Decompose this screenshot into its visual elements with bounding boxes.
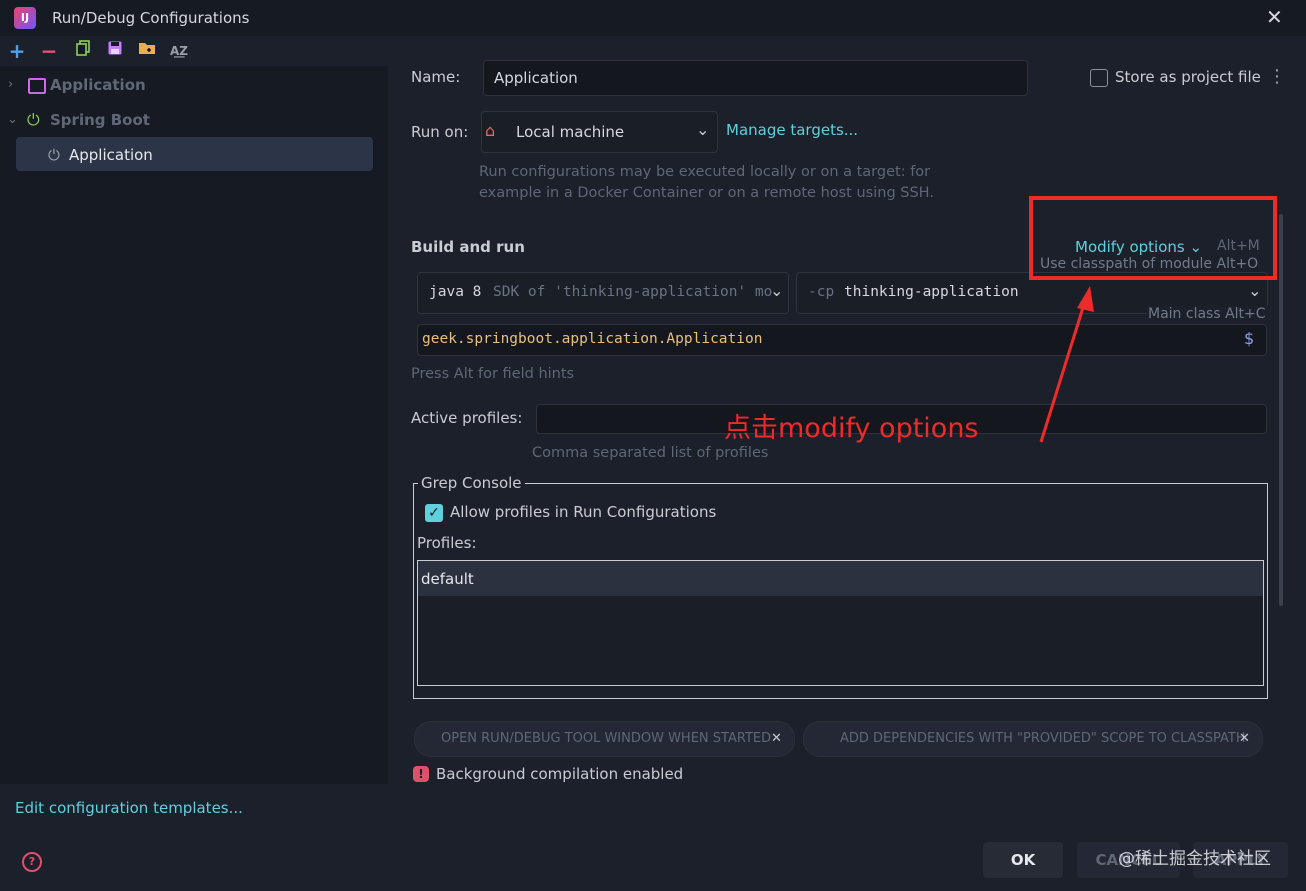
chip-label: ADD DEPENDENCIES WITH "PROVIDED" SCOPE T… (840, 731, 1246, 746)
sort-alpha-icon[interactable]: A͟Z (168, 40, 190, 62)
close-icon[interactable]: ✕ (1239, 722, 1250, 756)
name-label: Name: (411, 68, 461, 86)
chevron-right-icon[interactable]: › (8, 69, 13, 101)
warning-icon: ! (413, 766, 429, 782)
tree-item-application-group[interactable]: › Application (0, 69, 388, 101)
manage-targets-link[interactable]: Manage targets... (726, 121, 858, 139)
cp-prefix: -cp (808, 284, 835, 300)
arrow-annotation (1039, 286, 1094, 443)
build-run-title: Build and run (411, 238, 525, 256)
profile-name: default (421, 570, 474, 588)
cp-value: thinking-application (844, 284, 1019, 300)
folder-icon[interactable] (136, 40, 158, 62)
chip-label: OPEN RUN/DEBUG TOOL WINDOW WHEN STARTED (441, 731, 772, 746)
intellij-logo-icon: IJ (14, 7, 36, 29)
main-class-value: geek.springboot.application.Application (422, 331, 763, 347)
main-class-field[interactable]: geek.springboot.application.Application … (417, 324, 1267, 356)
highlight-box (1029, 196, 1277, 280)
active-profiles-label: Active profiles: (411, 409, 523, 427)
run-on-select[interactable]: ⌂ Local machine ⌄ (481, 111, 718, 153)
copy-icon[interactable] (72, 40, 94, 62)
dollar-icon[interactable]: $ (1244, 329, 1254, 348)
tree-item-label: Spring Boot (50, 111, 150, 129)
allow-profiles-checkbox[interactable]: ✓ (425, 504, 443, 522)
main-class-hint: Main class Alt+C (1146, 306, 1268, 322)
run-on-value: Local machine (516, 123, 625, 141)
tree-item-spring-boot[interactable]: ⌄ ⏻ Spring Boot (0, 104, 388, 136)
power-icon: ⏻ (48, 146, 60, 164)
annotation-text: 点击modify options (724, 413, 979, 444)
power-icon: ⏻ (27, 110, 40, 129)
name-value: Application (494, 69, 578, 87)
chevron-down-icon[interactable]: ⌄ (1248, 281, 1261, 300)
run-on-label: Run on: (411, 123, 469, 141)
store-project-checkbox[interactable] (1090, 69, 1108, 87)
list-item[interactable]: default (418, 561, 1263, 596)
tree-item-application[interactable]: ⏻ Application (0, 139, 388, 171)
provided-scope-chip[interactable]: ADD DEPENDENCIES WITH "PROVIDED" SCOPE T… (803, 721, 1263, 757)
chevron-down-icon[interactable]: ⌄ (770, 281, 783, 300)
allow-profiles-label: Allow profiles in Run Configurations (450, 503, 717, 521)
edit-templates-link[interactable]: Edit configuration templates... (15, 799, 243, 817)
help-icon[interactable]: ? (22, 852, 42, 872)
home-icon: ⌂ (485, 121, 496, 140)
profiles-label: Profiles: (417, 534, 477, 552)
close-icon[interactable]: ✕ (1266, 5, 1283, 29)
configuration-tree (0, 66, 388, 784)
add-icon[interactable]: + (6, 40, 28, 62)
scrollbar[interactable] (1279, 214, 1283, 606)
ok-button[interactable]: OK (983, 842, 1063, 878)
watermark: @稀土掘金技术社区 (1118, 849, 1271, 869)
save-icon[interactable] (104, 40, 126, 62)
field-hint: Press Alt for field hints (411, 366, 575, 382)
java-sdk: SDK of 'thinking-application' mo (493, 284, 773, 300)
name-field[interactable]: Application (483, 60, 1028, 96)
open-tool-window-chip[interactable]: OPEN RUN/DEBUG TOOL WINDOW WHEN STARTED … (414, 721, 795, 757)
tree-item-label: Application (50, 76, 146, 94)
tree-item-label: Application (69, 146, 153, 164)
store-project-label: Store as project file (1115, 68, 1261, 86)
chevron-down-icon[interactable]: ⌄ (696, 120, 709, 139)
run-on-hint-1: Run configurations may be executed local… (479, 164, 931, 180)
more-vertical-icon[interactable]: ⋮ (1268, 66, 1286, 87)
java-version: java 8 (429, 284, 482, 300)
window-title: Run/Debug Configurations (52, 9, 250, 27)
chevron-down-icon[interactable]: ⌄ (7, 104, 18, 136)
profiles-list[interactable]: default (417, 560, 1264, 686)
close-icon[interactable]: ✕ (771, 722, 782, 756)
profiles-hint: Comma separated list of profiles (532, 445, 769, 461)
background-compilation-text: Background compilation enabled (436, 765, 684, 783)
jre-select[interactable]: java 8 SDK of 'thinking-application' mo … (417, 272, 789, 314)
grep-console-title: Grep Console (418, 474, 525, 492)
application-icon (28, 78, 46, 94)
run-on-hint-2: example in a Docker Container or on a re… (479, 185, 934, 201)
remove-icon[interactable]: − (38, 40, 60, 62)
